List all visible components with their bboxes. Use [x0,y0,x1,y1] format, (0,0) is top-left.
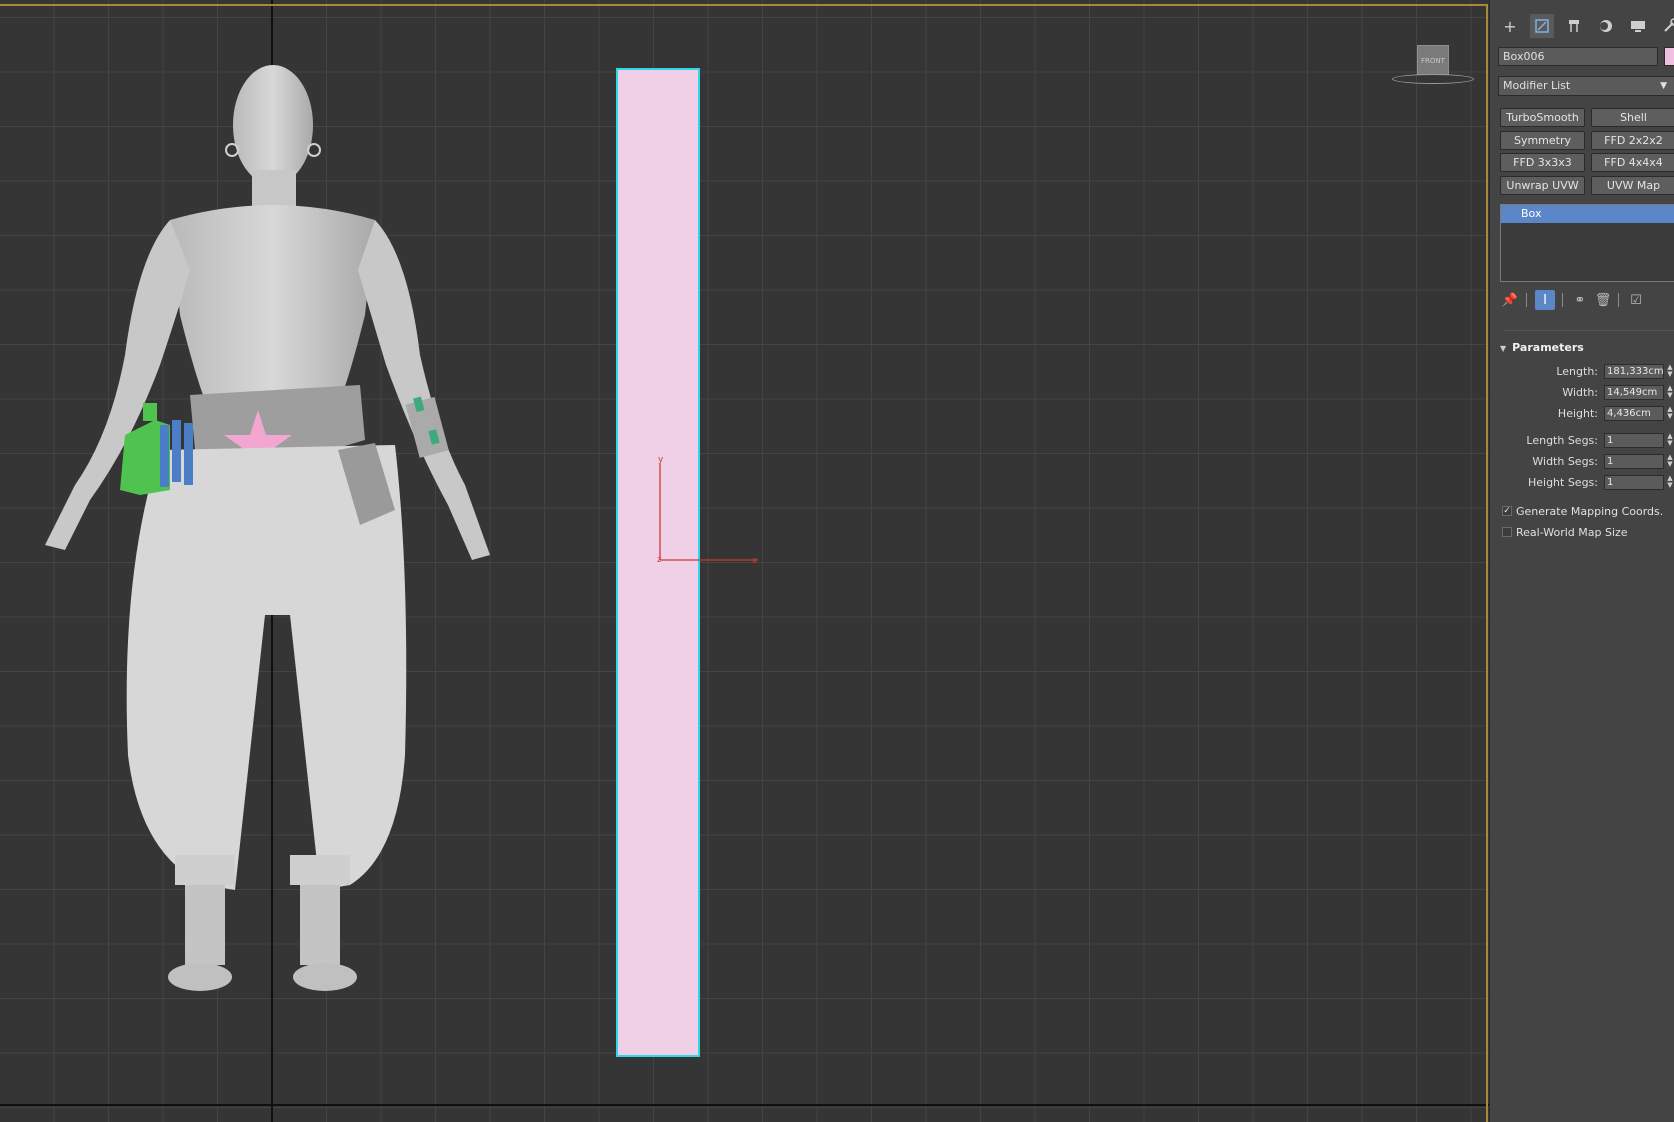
width-segs-input[interactable]: 1 [1604,454,1664,469]
front-viewport[interactable]: y x z FRONT [0,0,1489,1122]
generate-mapping-row[interactable]: ✓ Generate Mapping Coords. [1502,503,1663,519]
height-segs-row: Height Segs: 1 ▲ ▼ [1500,474,1674,492]
length-segs-row: Length Segs: 1 ▲ ▼ [1500,432,1674,450]
modify-icon[interactable] [1530,14,1554,38]
collapse-triangle-icon: ▼ [1500,344,1507,353]
length-input[interactable]: 181,333cm [1604,364,1664,379]
world-axis-horizontal [0,1104,1489,1106]
real-world-map-label: Real-World Map Size [1516,525,1628,539]
height-segs-label: Height Segs: [1527,476,1598,489]
pin-stack-icon[interactable]: 📌 [1500,290,1520,310]
height-spinner[interactable]: ▲ ▼ [1666,406,1674,421]
command-panel: + Box006 Modifier List ▼ TurboSmooth She… [1489,0,1674,1122]
shell-button[interactable]: Shell [1591,108,1674,127]
width-segs-row: Width Segs: 1 ▲ ▼ [1500,453,1674,471]
remove-modifier-icon[interactable]: 🗑 [1593,290,1613,310]
generate-mapping-label: Generate Mapping Coords. [1516,504,1664,518]
width-spinner[interactable]: ▲ ▼ [1666,385,1674,400]
length-spinner[interactable]: ▲ ▼ [1666,364,1674,379]
wrench-icon[interactable] [1658,14,1674,38]
modifier-stack[interactable]: Box [1500,204,1674,282]
length-segs-spinner[interactable]: ▲ ▼ [1666,433,1674,448]
ffd-4x4x4-button[interactable]: FFD 4x4x4 [1591,153,1674,172]
gizmo-x-label: x [752,556,758,566]
symmetry-button[interactable]: Symmetry [1500,131,1585,150]
real-world-map-row[interactable]: Real-World Map Size [1502,524,1628,540]
length-segs-label: Length Segs: [1526,434,1598,447]
width-label: Width: [1562,386,1598,399]
ffd-2x2x2-button[interactable]: FFD 2x2x2 [1591,131,1674,150]
width-segs-label: Width Segs: [1532,455,1598,468]
viewcube-compass-ring[interactable] [1392,74,1474,84]
stack-toolbar: 📌 Ⅰ ⚭ 🗑 ☑ [1500,290,1674,312]
gizmo-z-label: z [657,555,661,564]
turbosmooth-button[interactable]: TurboSmooth [1500,108,1585,127]
ffd-3x3x3-button[interactable]: FFD 3x3x3 [1500,153,1585,172]
height-segs-spinner[interactable]: ▲ ▼ [1666,475,1674,490]
character-model[interactable] [20,55,530,1065]
width-row: Width: 14,549cm ▲ ▼ [1500,384,1674,402]
toolbar-separator [1618,293,1619,307]
object-name-field[interactable]: Box006 [1498,47,1658,66]
viewcube-front-face[interactable]: FRONT [1417,45,1449,75]
real-world-map-checkbox[interactable] [1502,527,1512,537]
parameters-rollout-header[interactable]: ▼ Parameters [1500,340,1674,356]
width-input[interactable]: 14,549cm [1604,385,1664,400]
generate-mapping-checkbox[interactable]: ✓ [1502,506,1512,516]
object-color-swatch[interactable] [1664,47,1674,66]
motion-icon[interactable] [1594,14,1618,38]
transform-gizmo[interactable]: y x z [640,450,760,570]
width-segs-spinner[interactable]: ▲ ▼ [1666,454,1674,469]
uvw-map-button[interactable]: UVW Map [1591,176,1674,195]
modifier-list-label: Modifier List [1503,79,1571,92]
viewcube[interactable]: FRONT [1390,40,1480,90]
panel-divider [1504,330,1674,331]
height-label: Height: [1557,407,1598,420]
unwrap-uvw-button[interactable]: Unwrap UVW [1500,176,1585,195]
length-row: Length: 181,333cm ▲ ▼ [1500,363,1674,381]
stack-item-box[interactable]: Box [1501,205,1674,223]
chevron-down-icon: ▼ [1660,81,1667,91]
toolbar-separator [1526,293,1527,307]
toolbar-separator [1562,293,1563,307]
gizmo-y-label: y [658,455,664,465]
hierarchy-icon[interactable] [1562,14,1586,38]
height-row: Height: 4,436cm ▲ ▼ [1500,405,1674,423]
height-segs-input[interactable]: 1 [1604,475,1664,490]
make-unique-icon[interactable]: ⚭ [1570,290,1590,310]
modifier-list-dropdown[interactable]: Modifier List ▼ [1498,76,1674,96]
length-segs-input[interactable]: 1 [1604,433,1664,448]
configure-modifier-sets-icon[interactable]: ☑ [1626,290,1646,310]
command-panel-tabs: + [1498,14,1674,40]
plus-icon[interactable]: + [1498,14,1522,38]
length-label: Length: [1556,365,1598,378]
height-input[interactable]: 4,436cm [1604,406,1664,421]
show-end-result-icon[interactable]: Ⅰ [1535,290,1555,310]
parameters-title: Parameters [1512,341,1584,354]
display-icon[interactable] [1626,14,1650,38]
